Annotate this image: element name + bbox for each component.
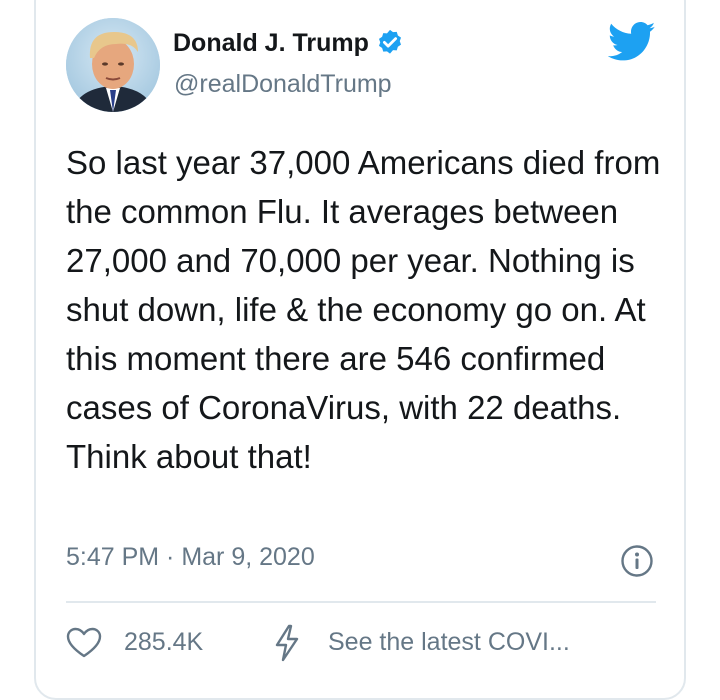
author-name-row[interactable]: Donald J. Trump [173,28,405,58]
lightning-bolt-icon[interactable] [273,624,301,662]
covid-info-link[interactable]: See the latest COVI... [328,628,570,657]
heart-icon[interactable] [66,627,102,659]
divider [66,601,656,603]
info-icon[interactable] [620,544,654,578]
avatar[interactable] [66,18,160,112]
author-handle[interactable]: @realDonaldTrump [174,70,392,99]
twitter-bird-icon[interactable] [607,22,656,62]
likes-count[interactable]: 285.4K [124,628,203,657]
tweet-text: So last year 37,000 Americans died from … [66,144,661,475]
verified-badge-icon [375,28,405,58]
author-name[interactable]: Donald J. Trump [173,29,369,58]
tweet-timestamp[interactable]: 5:47 PM · Mar 9, 2020 [66,543,315,572]
